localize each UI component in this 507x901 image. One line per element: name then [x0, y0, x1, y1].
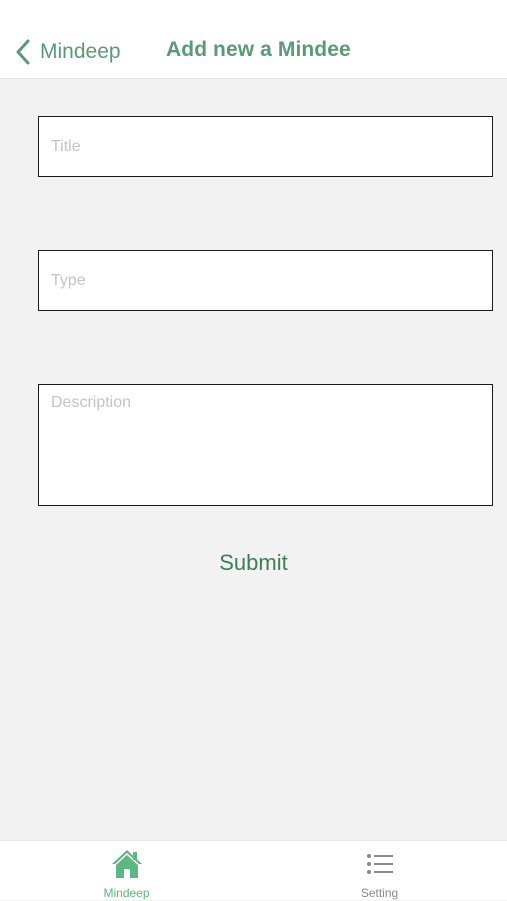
- tab-mindeep[interactable]: Mindeep: [0, 841, 253, 901]
- type-input[interactable]: [38, 250, 493, 311]
- back-button[interactable]: Mindeep: [12, 35, 121, 69]
- tab-bar: Mindeep Setting: [0, 840, 507, 900]
- description-textarea[interactable]: [38, 384, 493, 506]
- back-button-label: Mindeep: [40, 40, 121, 63]
- tab-setting[interactable]: Setting: [253, 841, 506, 901]
- list-icon: [364, 849, 396, 879]
- title-input[interactable]: [38, 116, 493, 177]
- page-title: Add new a Mindee: [166, 38, 351, 61]
- navigation-bar: Mindeep Add new a Mindee: [0, 0, 507, 79]
- tab-label: Setting: [360, 886, 399, 900]
- home-icon: [111, 849, 143, 879]
- submit-button[interactable]: Submit: [0, 550, 507, 576]
- tab-label: Mindeep: [103, 886, 150, 900]
- chevron-left-icon: [12, 35, 34, 69]
